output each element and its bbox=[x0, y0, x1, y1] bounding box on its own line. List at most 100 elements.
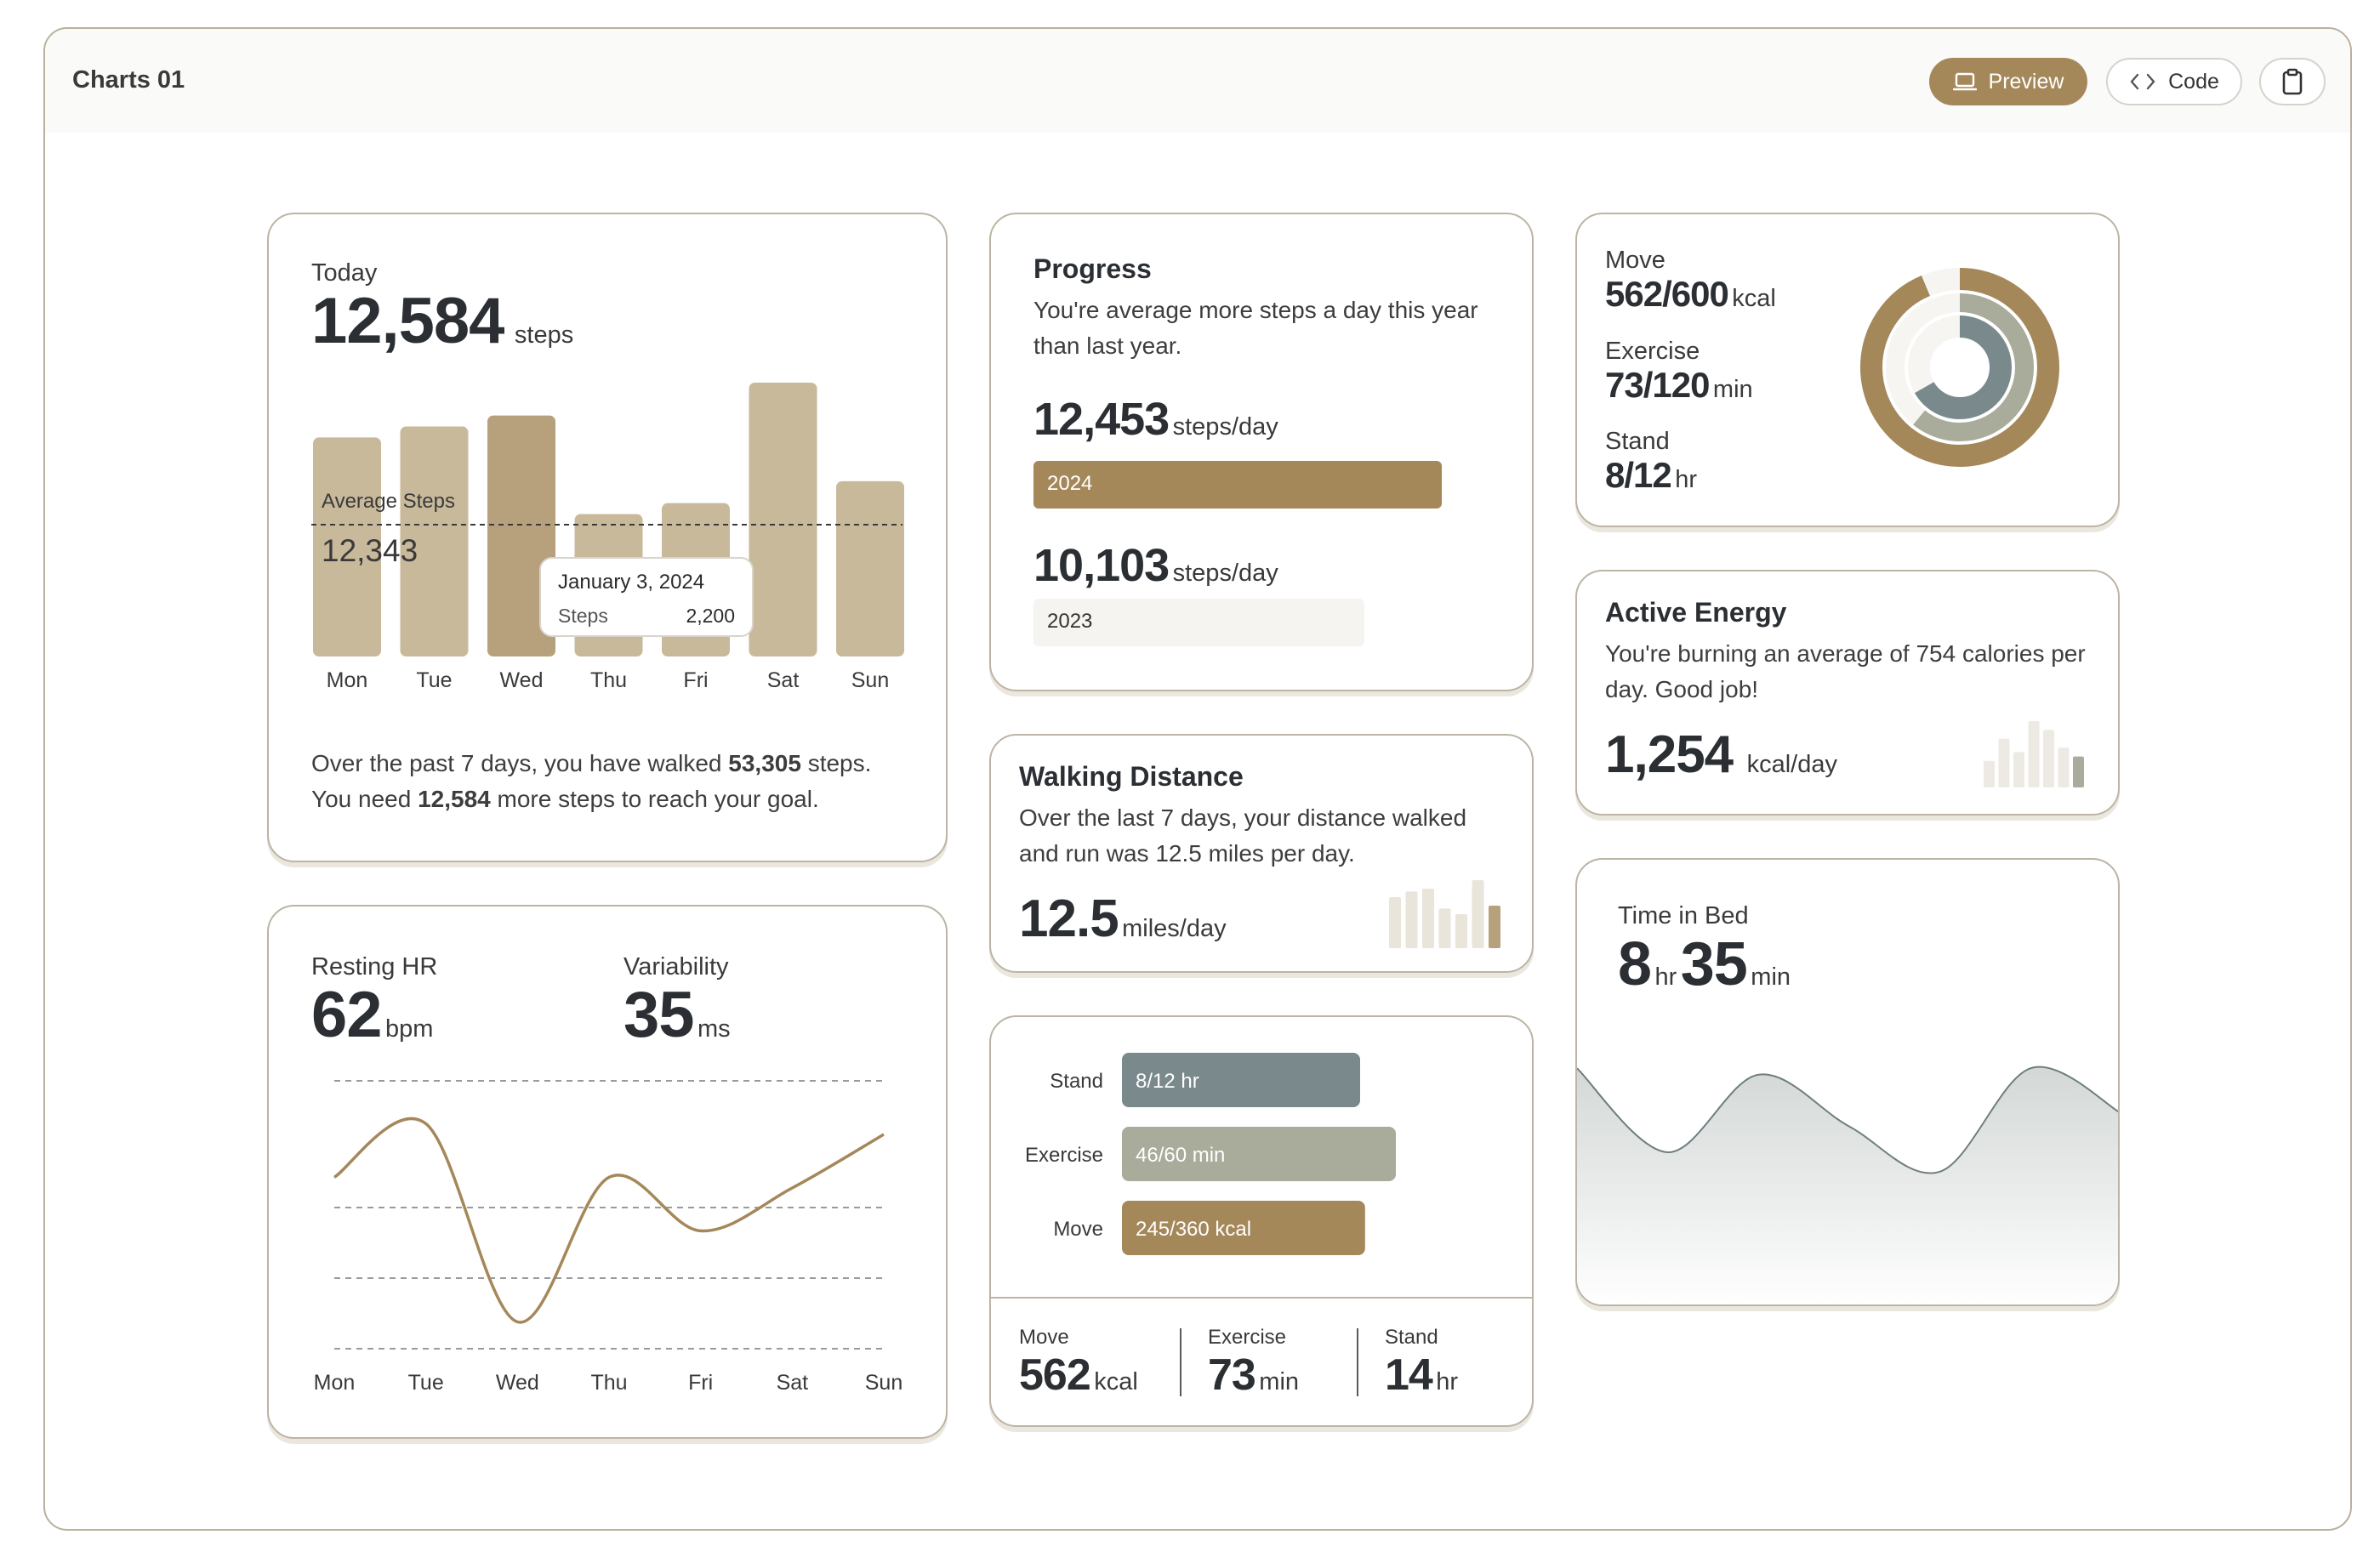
energy-value: 1,254 bbox=[1605, 725, 1734, 784]
footer-move: Move 562 kcal bbox=[1019, 1326, 1138, 1401]
heart-rate-series-line bbox=[333, 1117, 885, 1324]
steps-bar-sun[interactable] bbox=[836, 480, 904, 656]
activity-rings-chart bbox=[1860, 268, 2059, 467]
tooltip-date: January 3, 2024 bbox=[558, 571, 704, 594]
activity-divider bbox=[991, 1297, 1532, 1299]
walking-mini-chart bbox=[1389, 880, 1500, 948]
summary-text: You need bbox=[311, 786, 418, 812]
time-in-bed-area bbox=[1577, 1066, 2118, 1304]
rings-exercise: 73/120 min bbox=[1605, 365, 1753, 406]
activity-bar-value: 46/60 min bbox=[1136, 1144, 1225, 1167]
walking-distance: 12.5 miles/day bbox=[1019, 889, 1227, 949]
progress-card: Progress You're average more steps a day… bbox=[989, 213, 1534, 691]
activity-row-label: Exercise bbox=[1025, 1144, 1103, 1167]
steps-x-tick-label: Wed bbox=[500, 668, 544, 692]
progress-description: You're average more steps a day this yea… bbox=[1033, 297, 1478, 359]
steps-2024: 12,453 steps/day bbox=[1033, 393, 1278, 446]
steps-2023: 10,103 steps/day bbox=[1033, 539, 1278, 592]
walking-mini-bar bbox=[1405, 891, 1418, 948]
heart-rate-x-tick-label: Wed bbox=[496, 1371, 539, 1395]
activity-bar-value: 8/12 hr bbox=[1136, 1070, 1199, 1093]
preview-button[interactable]: Preview bbox=[1929, 58, 2087, 105]
footer-move-unit: kcal bbox=[1094, 1368, 1138, 1395]
heart-rate-x-tick-label: Mon bbox=[314, 1371, 356, 1395]
rings-exercise-label: Exercise bbox=[1605, 338, 1700, 365]
time-in-bed-area-chart bbox=[1577, 1066, 2118, 1304]
walking-mini-bar bbox=[1455, 914, 1467, 948]
walking-value: 12.5 bbox=[1019, 889, 1119, 948]
rings-stand: 8/12 hr bbox=[1605, 455, 1697, 496]
footer-stand-value: 14 bbox=[1385, 1350, 1433, 1400]
footer-exercise: Exercise 73 min bbox=[1208, 1326, 1299, 1401]
heart-rate-x-tick-label: Tue bbox=[408, 1371, 444, 1395]
rings-move-label: Move bbox=[1605, 247, 1665, 274]
steps-2024-value: 12,453 bbox=[1033, 394, 1170, 445]
footer-exercise-value: 73 bbox=[1208, 1350, 1256, 1400]
summary-remaining: 12,584 bbox=[418, 786, 491, 812]
walking-mini-bar bbox=[1422, 889, 1434, 948]
energy-title: Active Energy bbox=[1605, 597, 1787, 628]
walking-title: Walking Distance bbox=[1019, 761, 1244, 792]
steps-2024-bar: 2024 bbox=[1033, 461, 1442, 509]
clipboard-icon bbox=[2282, 68, 2303, 95]
copy-button[interactable] bbox=[2259, 58, 2326, 105]
footer-divider bbox=[1357, 1328, 1358, 1396]
rings-move-unit: kcal bbox=[1732, 285, 1776, 312]
active-energy-card: Active Energy You're burning an average … bbox=[1575, 570, 2120, 816]
code-label: Code bbox=[2168, 69, 2219, 94]
energy-mini-chart bbox=[1984, 721, 2084, 787]
code-icon bbox=[2130, 73, 2155, 90]
walking-description: Over the last 7 days, your distance walk… bbox=[1019, 804, 1467, 867]
footer-exercise-label: Exercise bbox=[1208, 1326, 1287, 1349]
year-2023-label: 2023 bbox=[1047, 610, 1093, 633]
steps-x-tick-label: Thu bbox=[590, 668, 627, 692]
heart-rate-card: Resting HR 62 bpm Variability 35 ms Mon T… bbox=[267, 905, 948, 1439]
steps-2024-unit: steps/day bbox=[1172, 413, 1278, 440]
footer-stand-unit: hr bbox=[1436, 1368, 1459, 1395]
footer-move-label: Move bbox=[1019, 1326, 1069, 1349]
steps-x-tick-label: Fri bbox=[683, 668, 708, 692]
rings-stand-label: Stand bbox=[1605, 428, 1670, 455]
footer-stand-label: Stand bbox=[1385, 1326, 1438, 1349]
energy-unit: kcal/day bbox=[1746, 751, 1837, 778]
steps-x-tick-label: Tue bbox=[416, 668, 452, 692]
app-title: Charts 01 bbox=[72, 66, 185, 94]
walking-mini-bar bbox=[1472, 880, 1484, 948]
walking-mini-bar bbox=[1489, 906, 1500, 948]
progress-title: Progress bbox=[1033, 253, 1152, 284]
top-bar: Charts 01 Preview Code bbox=[45, 29, 2350, 133]
heart-rate-x-tick-label: Fri bbox=[688, 1371, 713, 1395]
energy-mini-bar bbox=[2013, 752, 2024, 787]
activity-card: Stand 8/12 hr Exercise 46/60 min Move 245/360… bbox=[989, 1015, 1534, 1427]
activity-row-label: Stand bbox=[1050, 1070, 1103, 1093]
code-button[interactable]: Code bbox=[2106, 58, 2242, 105]
walking-mini-bar bbox=[1438, 908, 1451, 948]
rings-stand-unit: hr bbox=[1675, 466, 1697, 493]
energy-mini-bar bbox=[1998, 738, 2010, 787]
energy-mini-bar bbox=[2073, 756, 2084, 787]
year-2024-label: 2024 bbox=[1047, 472, 1093, 495]
steps-x-tick-label: Sun bbox=[851, 668, 889, 692]
footer-move-value: 562 bbox=[1019, 1350, 1091, 1400]
steps-card: Today 12,584 steps Mon Tue Wed Thu Fri Sat Sun… bbox=[267, 213, 948, 862]
heart-rate-x-tick-label: Sat bbox=[777, 1371, 809, 1395]
steps-2023-value: 10,103 bbox=[1033, 540, 1170, 591]
heart-rate-x-tick-label: Sun bbox=[865, 1371, 902, 1395]
heart-rate-line-chart: Mon Tue Wed Thu Fri Sat Sun bbox=[314, 1080, 902, 1395]
activity-rings-card: Move 562/600 kcal Exercise 73/120 min St… bbox=[1575, 213, 2120, 527]
energy-mini-bar bbox=[2028, 721, 2040, 787]
steps-bar-chart: Mon Tue Wed Thu Fri Sat Sun Average Steps 12,3… bbox=[311, 383, 904, 692]
footer-divider bbox=[1180, 1328, 1181, 1396]
preview-label: Preview bbox=[1988, 69, 2064, 94]
walking-unit: miles/day bbox=[1122, 915, 1227, 942]
rings-stand-value: 8/12 bbox=[1605, 455, 1672, 495]
rings-move-value: 562/600 bbox=[1605, 274, 1729, 314]
heart-rate-x-tick-label: Thu bbox=[590, 1371, 627, 1395]
energy-mini-bar bbox=[2043, 730, 2054, 787]
steps-bar-sat[interactable] bbox=[749, 383, 817, 656]
footer-exercise-unit: min bbox=[1259, 1368, 1300, 1395]
rings-exercise-unit: min bbox=[1712, 376, 1753, 403]
tooltip-label: Steps bbox=[558, 605, 608, 627]
activity-bar-chart: Stand 8/12 hr Exercise 46/60 min Move 245/360… bbox=[1025, 1053, 1396, 1255]
steps-tooltip: January 3, 2024 Steps 2,200 bbox=[539, 557, 754, 637]
